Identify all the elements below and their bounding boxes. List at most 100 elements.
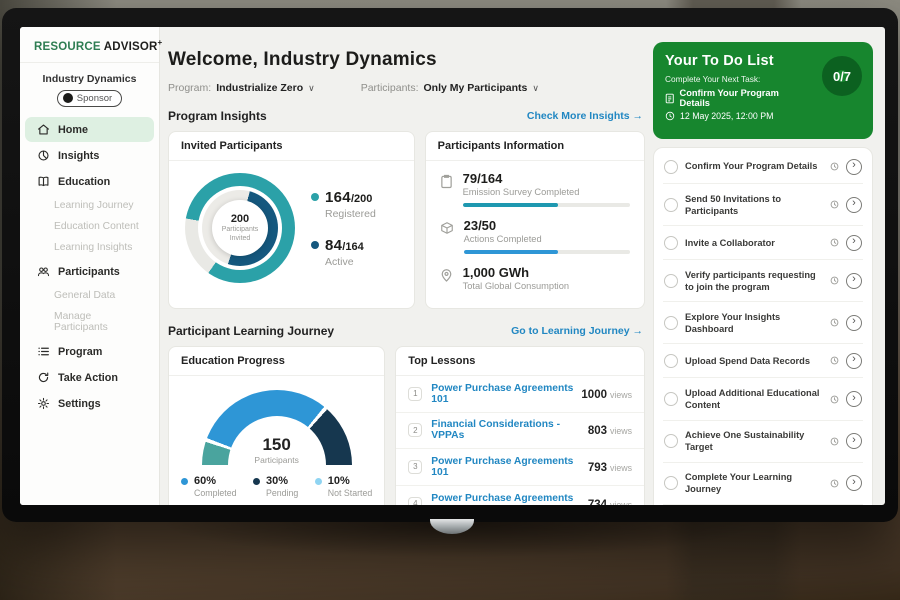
todo-item[interactable]: Upload Additional Educational Content › xyxy=(663,378,863,420)
todo-list: Confirm Your Program Details › Send 50 I… xyxy=(653,147,873,505)
chevron-right-icon[interactable]: › xyxy=(846,235,862,251)
book-icon xyxy=(37,175,50,188)
app-logo: RESOURCE ADVISOR+ xyxy=(20,38,159,63)
checkbox[interactable] xyxy=(664,392,678,406)
top-lessons-title: Top Lessons xyxy=(396,347,644,376)
lesson-link[interactable]: Power Purchase Agreements 101 xyxy=(431,456,588,478)
main-content: Welcome, Industry Dynamics Program:Indus… xyxy=(160,27,648,505)
todo-progress-ring: 0/7 xyxy=(822,56,862,96)
chevron-right-icon[interactable]: › xyxy=(846,475,862,491)
todo-hero-card: Your To Do List Complete Your Next Task:… xyxy=(653,42,873,139)
clock-icon xyxy=(830,200,839,209)
sidebar-item-participants[interactable]: Participants xyxy=(25,259,154,284)
info-progress-fill xyxy=(463,203,558,207)
education-progress-card: Education Progress 150 Participants 60% … xyxy=(168,346,385,505)
chevron-right-icon[interactable]: › xyxy=(846,353,862,369)
checkbox[interactable] xyxy=(664,434,678,448)
todo-item[interactable]: Send 50 Invitations to Participants › xyxy=(663,184,863,226)
todo-item[interactable]: Upload Spend Data Records › xyxy=(663,344,863,378)
not-started-dot xyxy=(315,478,322,485)
active-legend: 84/164 Active xyxy=(311,237,376,268)
chevron-right-icon[interactable]: › xyxy=(846,273,862,289)
invited-participants-title: Invited Participants xyxy=(169,132,414,161)
invited-participants-card: Invited Participants 200 Participants In… xyxy=(168,131,415,309)
todo-item[interactable]: Verify participants requesting to join t… xyxy=(663,260,863,302)
checkbox[interactable] xyxy=(664,476,678,490)
insights-icon xyxy=(37,149,50,162)
todo-item[interactable]: Confirm Your Program Details › xyxy=(663,150,863,184)
completed-legend: 60% Completed xyxy=(181,475,237,498)
lesson-row: 1 Power Purchase Agreements 101 1000view… xyxy=(396,376,644,413)
checkbox[interactable] xyxy=(664,198,678,212)
sidebar-item-general-data[interactable]: General Data xyxy=(20,285,159,306)
participants-filter[interactable]: Participants:Only My Participants∨ xyxy=(361,82,539,94)
todo-item[interactable]: Achieve One Sustainability Target › xyxy=(663,421,863,463)
page-title: Welcome, Industry Dynamics xyxy=(168,49,645,71)
next-task-due: 12 May 2025, 12:00 PM xyxy=(665,111,805,121)
lesson-link[interactable]: Power Purchase Agreements 101 xyxy=(431,383,581,405)
clock-icon xyxy=(830,479,839,488)
sidebar-item-education[interactable]: Education xyxy=(25,169,154,194)
sidebar-item-education-content[interactable]: Education Content xyxy=(20,216,159,237)
checkbox[interactable] xyxy=(664,354,678,368)
sidebar-item-home[interactable]: Home xyxy=(25,117,154,142)
sidebar-item-program[interactable]: Program xyxy=(25,339,154,364)
check-more-insights-link[interactable]: Check More Insights → xyxy=(527,110,643,122)
lesson-row: 3 Power Purchase Agreements 101 793views xyxy=(396,449,644,486)
chevron-right-icon[interactable]: › xyxy=(846,391,862,407)
chevron-right-icon[interactable]: › xyxy=(846,159,862,175)
go-to-learning-journey-link[interactable]: Go to Learning Journey → xyxy=(511,325,643,337)
todo-item[interactable]: Explore Your Insights Dashboard › xyxy=(663,302,863,344)
clock-icon xyxy=(830,395,839,404)
checkbox[interactable] xyxy=(664,160,678,174)
list-icon xyxy=(37,345,50,358)
program-insights-heading: Program Insights xyxy=(168,109,267,123)
dashboard-screen: RESOURCE ADVISOR+ Industry Dynamics Spon… xyxy=(20,27,885,505)
emission-survey-row: 79/164 Emission Survey Completed xyxy=(440,171,630,207)
education-gauge-chart: 150 Participants xyxy=(202,390,352,465)
survey-icon xyxy=(440,174,453,189)
lesson-link[interactable]: Financial Considerations - VPPAs xyxy=(431,419,588,441)
clock-icon xyxy=(830,356,839,365)
sidebar-item-settings[interactable]: Settings xyxy=(25,391,154,416)
checkbox[interactable] xyxy=(664,316,678,330)
sidebar-item-learning-insights[interactable]: Learning Insights xyxy=(20,237,159,258)
sidebar-item-take-action[interactable]: Take Action xyxy=(25,365,154,390)
registered-dot xyxy=(311,193,319,201)
actions-completed-row: 23/50 Actions Completed xyxy=(440,218,630,254)
clock-icon xyxy=(830,437,839,446)
completed-dot xyxy=(181,478,188,485)
chevron-right-icon[interactable]: › xyxy=(846,433,862,449)
document-icon xyxy=(665,93,674,104)
participants-information-card: Participants Information 79/164 Emission… xyxy=(425,131,645,309)
todo-panel: Your To Do List Complete Your Next Task:… xyxy=(648,27,885,505)
people-icon xyxy=(37,265,50,278)
todo-item[interactable]: Complete Your Learning Journey › xyxy=(663,463,863,505)
todo-item[interactable]: Invite a Collaborator › xyxy=(663,226,863,260)
pending-legend: 30% Pending xyxy=(253,475,298,498)
next-task: Confirm Your Program Details xyxy=(665,88,805,108)
not-started-legend: 10% Not Started xyxy=(315,475,373,498)
program-filter[interactable]: Program:Industrialize Zero∨ xyxy=(168,82,315,94)
invited-center-label: Participants Invited xyxy=(215,225,265,243)
lesson-row: 4 Power Purchase Agreements 102 734views xyxy=(396,486,644,505)
home-icon xyxy=(37,123,50,136)
consumption-row: 1,000 GWh Total Global Consumption xyxy=(440,265,630,291)
sidebar: RESOURCE ADVISOR+ Industry Dynamics Spon… xyxy=(20,27,160,505)
learning-journey-heading: Participant Learning Journey xyxy=(168,324,334,338)
chevron-right-icon[interactable]: › xyxy=(846,197,862,213)
checkbox[interactable] xyxy=(664,236,678,250)
checkbox[interactable] xyxy=(664,274,678,288)
top-lessons-card: Top Lessons 1 Power Purchase Agreements … xyxy=(395,346,645,505)
chevron-down-icon: ∨ xyxy=(532,83,539,93)
actions-icon xyxy=(440,221,454,235)
consumption-icon xyxy=(440,268,453,283)
lesson-link[interactable]: Power Purchase Agreements 102 xyxy=(431,493,588,505)
chevron-right-icon[interactable]: › xyxy=(846,315,862,331)
invited-donut-chart: 200 Participants Invited xyxy=(185,173,295,283)
sidebar-item-manage-participants[interactable]: Manage Participants xyxy=(20,306,159,338)
clock-icon xyxy=(665,111,675,121)
sidebar-item-learning-journey[interactable]: Learning Journey xyxy=(20,195,159,216)
sidebar-item-insights[interactable]: Insights xyxy=(25,143,154,168)
action-icon xyxy=(37,371,50,384)
